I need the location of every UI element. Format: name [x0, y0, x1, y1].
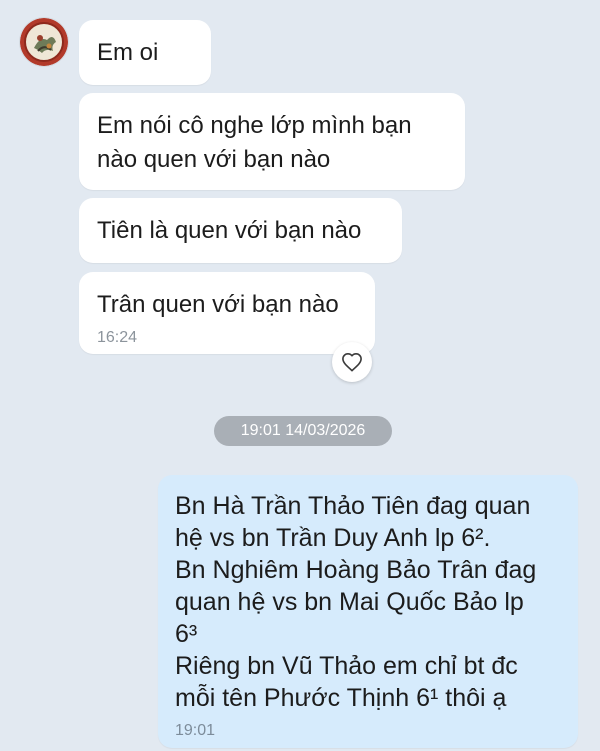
message-text: Trân quen với bạn nào: [97, 291, 339, 318]
message-text-line: quan hệ vs bn Mai Quốc Bảo lp: [175, 588, 524, 616]
message-text-line: Em nói cô nghe lớp mình bạn: [97, 112, 412, 139]
message-text: Tiên là quen với bạn nào: [97, 217, 362, 244]
message-text-line: 6³: [175, 620, 198, 648]
incoming-message[interactable]: Em nói cô nghe lớp mình bạn nào quen với…: [79, 93, 465, 190]
message-timestamp: 19:01: [175, 722, 216, 739]
message-text-line: nào quen với bạn nào: [97, 146, 331, 173]
avatar-image: [20, 18, 68, 66]
message-text-line: Bn Hà Trần Thảo Tiên đag quan: [175, 492, 531, 520]
incoming-message[interactable]: Trân quen với bạn nào 16:24: [79, 272, 375, 354]
message-text-line: hệ vs bn Trần Duy Anh lp 6².: [175, 524, 491, 552]
message-text-line: Bn Nghiêm Hoàng Bảo Trân đag: [175, 556, 537, 584]
incoming-message[interactable]: Tiên là quen với bạn nào: [79, 198, 402, 263]
react-heart-button[interactable]: [332, 342, 372, 382]
contact-avatar[interactable]: [20, 18, 68, 66]
incoming-message[interactable]: Em oi: [79, 20, 211, 85]
message-timestamp: 16:24: [97, 329, 138, 346]
message-text: Em oi: [97, 39, 159, 66]
outgoing-message[interactable]: Bn Hà Trần Thảo Tiên đag quan hệ vs bn T…: [158, 475, 578, 748]
message-text-line: Riêng bn Vũ Thảo em chỉ bt đc: [175, 652, 518, 680]
message-text-line: mỗi tên Phước Thịnh 6¹ thôi ạ: [175, 684, 507, 712]
heart-icon: [342, 353, 362, 372]
date-separator: 19:01 14/03/2026: [214, 416, 392, 446]
